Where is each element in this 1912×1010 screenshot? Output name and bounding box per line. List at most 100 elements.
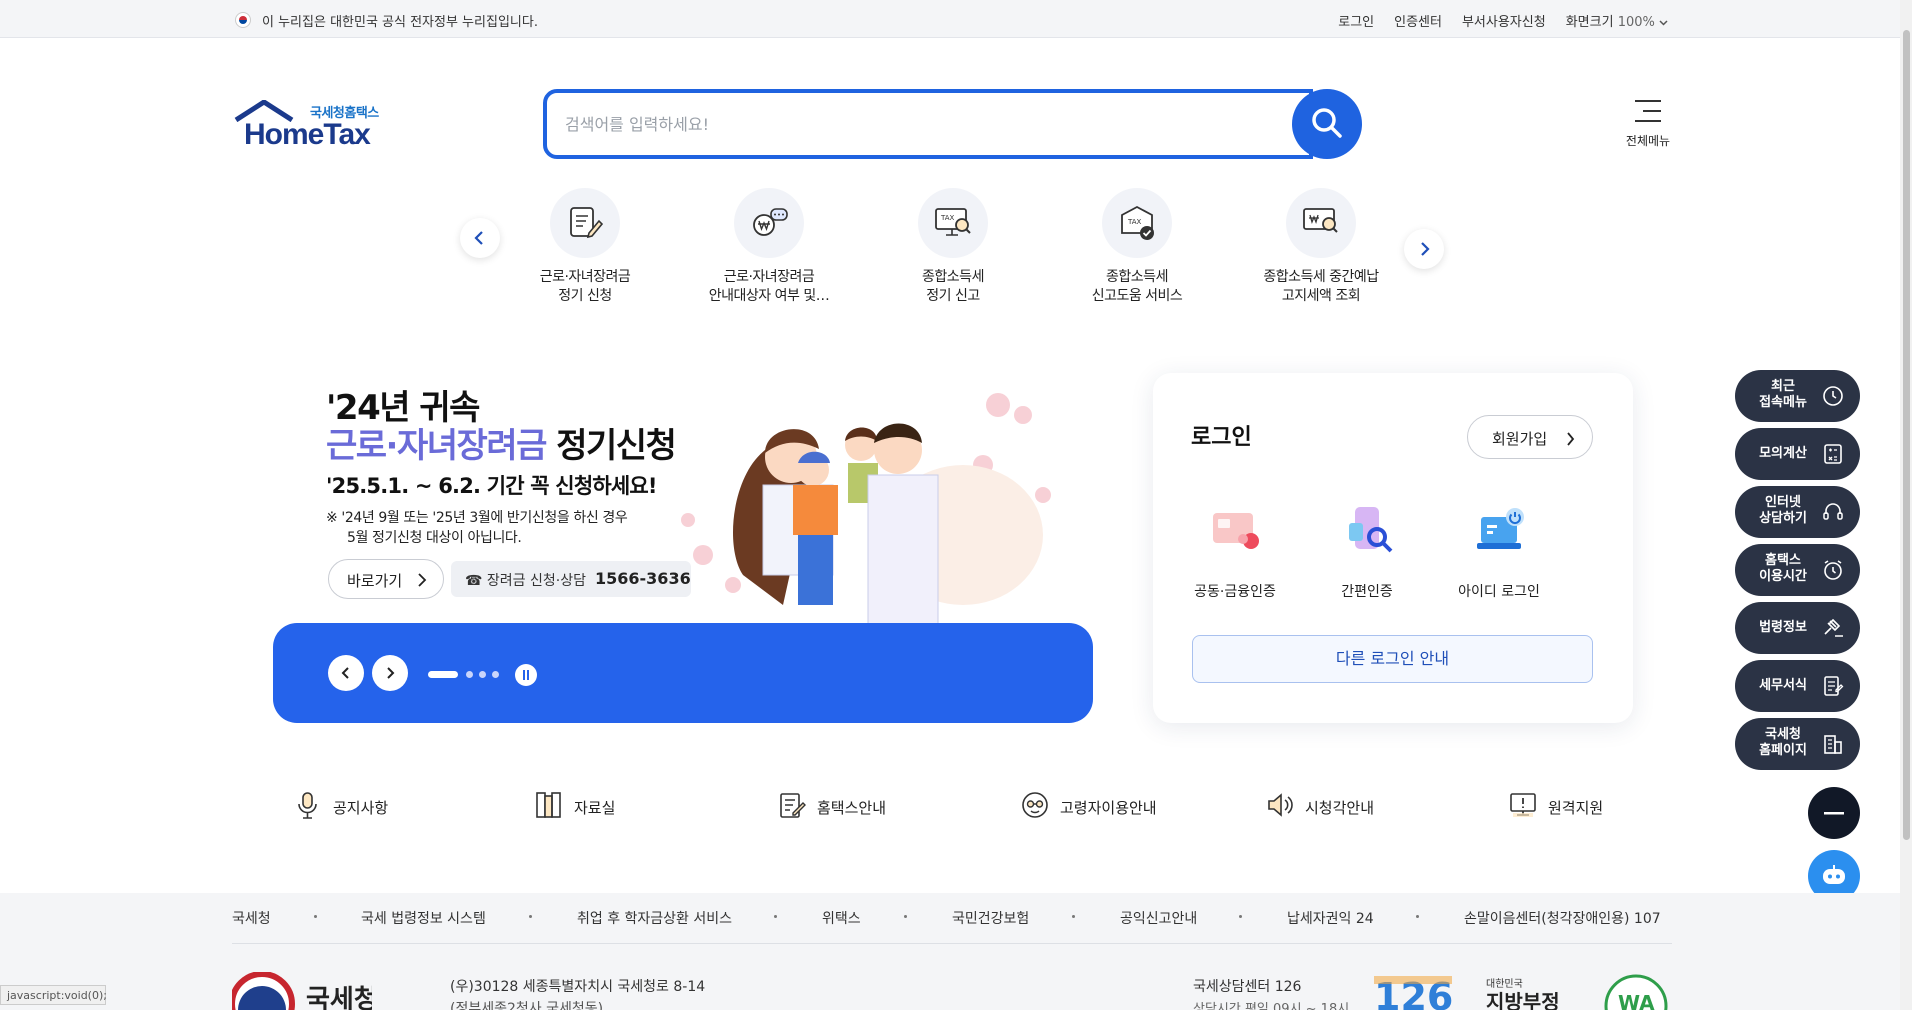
top-cert-center-link[interactable]: 인증센터 — [1394, 11, 1442, 30]
tax-check-icon: TAX — [1102, 188, 1172, 258]
login-card: 로그인 회원가입 공동·금융인증 간편인증 아이디 로그인 다른 로그인 안내 — [1153, 373, 1633, 723]
quick-item-2-line1: 근로·자녀장려금 — [723, 269, 815, 285]
quick-item-3[interactable]: TAX 종합소득세정기 신고 — [873, 188, 1033, 318]
quick-item-4[interactable]: TAX 종합소득세신고도움 서비스 — [1057, 188, 1217, 318]
signup-button[interactable]: 회원가입 — [1467, 415, 1593, 459]
search-box — [543, 89, 1313, 159]
quick-next-button[interactable] — [1404, 229, 1444, 269]
page-scrollbar[interactable] — [1900, 0, 1912, 1010]
footer-link-whistleblower[interactable]: 공익신고안내 — [1120, 908, 1197, 928]
side-forms-button[interactable]: 세무서식 — [1735, 660, 1860, 712]
quick-item-3-line1: 종합소득세 — [922, 269, 984, 285]
side-law-button[interactable]: 법령정보 — [1735, 602, 1860, 654]
banner-prev-button[interactable] — [328, 655, 364, 691]
chevron-right-icon — [1421, 242, 1430, 256]
quick-item-5-line2: 고지세액 조회 — [1281, 288, 1361, 304]
banner-dot-active[interactable] — [428, 671, 458, 678]
svg-text:대한민국: 대한민국 — [1486, 978, 1523, 990]
banner-dot[interactable] — [466, 671, 473, 678]
svg-text:TAX: TAX — [940, 214, 955, 222]
cert-login-option[interactable]: 공동·금융인증 — [1175, 503, 1295, 613]
quick-prev-button[interactable] — [460, 218, 500, 258]
footer-link-nts[interactable]: 국세청 — [232, 908, 271, 928]
footer-link-wetax[interactable]: 위택스 — [822, 908, 861, 928]
certificate-icon — [1213, 513, 1259, 549]
edit-document-icon — [780, 793, 806, 818]
signup-label: 회원가입 — [1492, 430, 1548, 448]
banner-heading-2: 근로·자녀장려금 정기신청 — [326, 418, 677, 467]
side-simulation-button[interactable]: 모의계산 — [1735, 428, 1860, 480]
search-input[interactable] — [565, 109, 1265, 139]
banner-dot[interactable] — [492, 671, 499, 678]
side-recent-line2: 접속메뉴 — [1759, 395, 1807, 410]
banner-note-line2: 5월 정기신청 대상이 아닙니다. — [347, 530, 522, 546]
quick-item-5-line1: 종합소득세 중간예납 — [1263, 269, 1379, 285]
chevron-right-icon — [418, 573, 427, 587]
minus-icon — [1824, 812, 1844, 815]
id-login-option[interactable]: 아이디 로그인 — [1439, 503, 1559, 613]
simple-auth-option[interactable]: 간편인증 — [1307, 503, 1427, 613]
other-login-guide-button[interactable]: 다른 로그인 안내 — [1192, 635, 1593, 683]
side-simulation-label: 모의계산 — [1759, 446, 1807, 461]
family-illustration — [681, 393, 1051, 633]
gov-notice-bar: 이 누리집은 대한민국 공식 전자정부 누리집입니다. 로그인 인증센터 부서사… — [0, 0, 1900, 38]
senior-guide-label: 고령자이용안내 — [1060, 799, 1157, 817]
side-recent-menu-button[interactable]: 최근 접속메뉴 — [1735, 370, 1860, 422]
quick-item-1[interactable]: 근로·자녀장려금정기 신청 — [505, 188, 665, 318]
login-title: 로그인 — [1191, 425, 1252, 450]
quick-item-3-line2: 정기 신고 — [926, 288, 980, 304]
banner-pause-button[interactable] — [515, 664, 537, 686]
browser-status-text: javascript:void(0); — [0, 985, 107, 1005]
search-button[interactable] — [1292, 89, 1362, 159]
footer-call-center: 국세상담센터 126 — [1193, 979, 1302, 995]
side-consult-button[interactable]: 인터넷 상담하기 — [1735, 486, 1860, 538]
laptop-power-icon — [1477, 508, 1524, 549]
archive-menu-label: 자료실 — [574, 799, 616, 817]
footer-link-taxpayer-rights[interactable]: 납세자권익 24 — [1287, 908, 1374, 928]
chatbot-icon — [1823, 865, 1845, 884]
side-nts-homepage-button[interactable]: 국세청 홈페이지 — [1735, 718, 1860, 770]
quick-item-1-line1: 근로·자녀장려금 — [539, 269, 631, 285]
side-consult-line1: 인터넷 — [1765, 495, 1801, 510]
audiovisual-guide-label: 시청각안내 — [1305, 799, 1375, 817]
banner-go-button[interactable]: 바로가기 — [328, 559, 444, 599]
headset-icon — [1823, 503, 1843, 520]
screen-size-control[interactable]: 화면크기 100% — [1566, 11, 1668, 30]
footer-link-relay-center[interactable]: 손말이음센터(청각장애인용) 107 — [1464, 908, 1661, 928]
top-login-link[interactable]: 로그인 — [1338, 11, 1374, 30]
footer-link-health-insurance[interactable]: 국민건강보험 — [952, 908, 1029, 928]
quick-item-5[interactable]: 종합소득세 중간예납고지세액 조회 — [1241, 188, 1401, 318]
banner-heading-rest: 정기신청 — [545, 426, 677, 466]
clock-icon — [1823, 386, 1843, 406]
chevron-left-icon — [474, 231, 483, 245]
tax-monitor-icon: TAX — [918, 188, 988, 258]
banner-next-button[interactable] — [372, 655, 408, 691]
quick-item-4-line2: 신고도움 서비스 — [1091, 288, 1183, 304]
banner-dot[interactable] — [479, 671, 486, 678]
side-recent-line1: 최근 — [1771, 379, 1795, 394]
chevron-right-icon — [1567, 432, 1575, 446]
call-126-logo: 126 — [1374, 975, 1453, 1010]
footer-link-student-loan[interactable]: 취업 후 학자금상환 서비스 — [577, 908, 732, 928]
svg-text:TAX: TAX — [1127, 218, 1142, 226]
quick-item-2[interactable]: 근로·자녀장려금 안내대상자 여부 및… — [689, 188, 849, 318]
wa-accessibility-mark: WA — [1604, 974, 1668, 1010]
full-menu-button[interactable]: 전체메뉴 — [1618, 98, 1678, 150]
banner-phone-number: 1566-3636 — [595, 569, 691, 588]
hometax-logo[interactable]: 국세청홈택스 HomeTax — [232, 98, 397, 152]
banner-phone-label: ☎ 장려금 신청·상담 — [465, 573, 586, 589]
scrollbar-thumb[interactable] — [1903, 30, 1910, 840]
cert-login-label: 공동·금융인증 — [1194, 584, 1276, 600]
side-hours-button[interactable]: 홈택스 이용시간 — [1735, 544, 1860, 596]
logo-eng-text: HomeTax — [244, 118, 371, 151]
monitor-alert-icon — [1510, 793, 1536, 817]
search-icon — [1312, 108, 1342, 138]
side-collapse-button[interactable] — [1808, 787, 1860, 839]
banner-heading-highlight: 근로·자녀장려금 — [326, 426, 547, 466]
nts-footer-logo: 국세청 — [232, 972, 372, 1010]
quick-item-1-line2: 정기 신청 — [558, 288, 612, 304]
top-dept-user-link[interactable]: 부서사용자신청 — [1462, 11, 1546, 30]
gavel-icon — [1824, 618, 1843, 637]
quick-item-4-line1: 종합소득세 — [1106, 269, 1168, 285]
footer-link-law-system[interactable]: 국세 법령정보 시스템 — [361, 908, 486, 928]
